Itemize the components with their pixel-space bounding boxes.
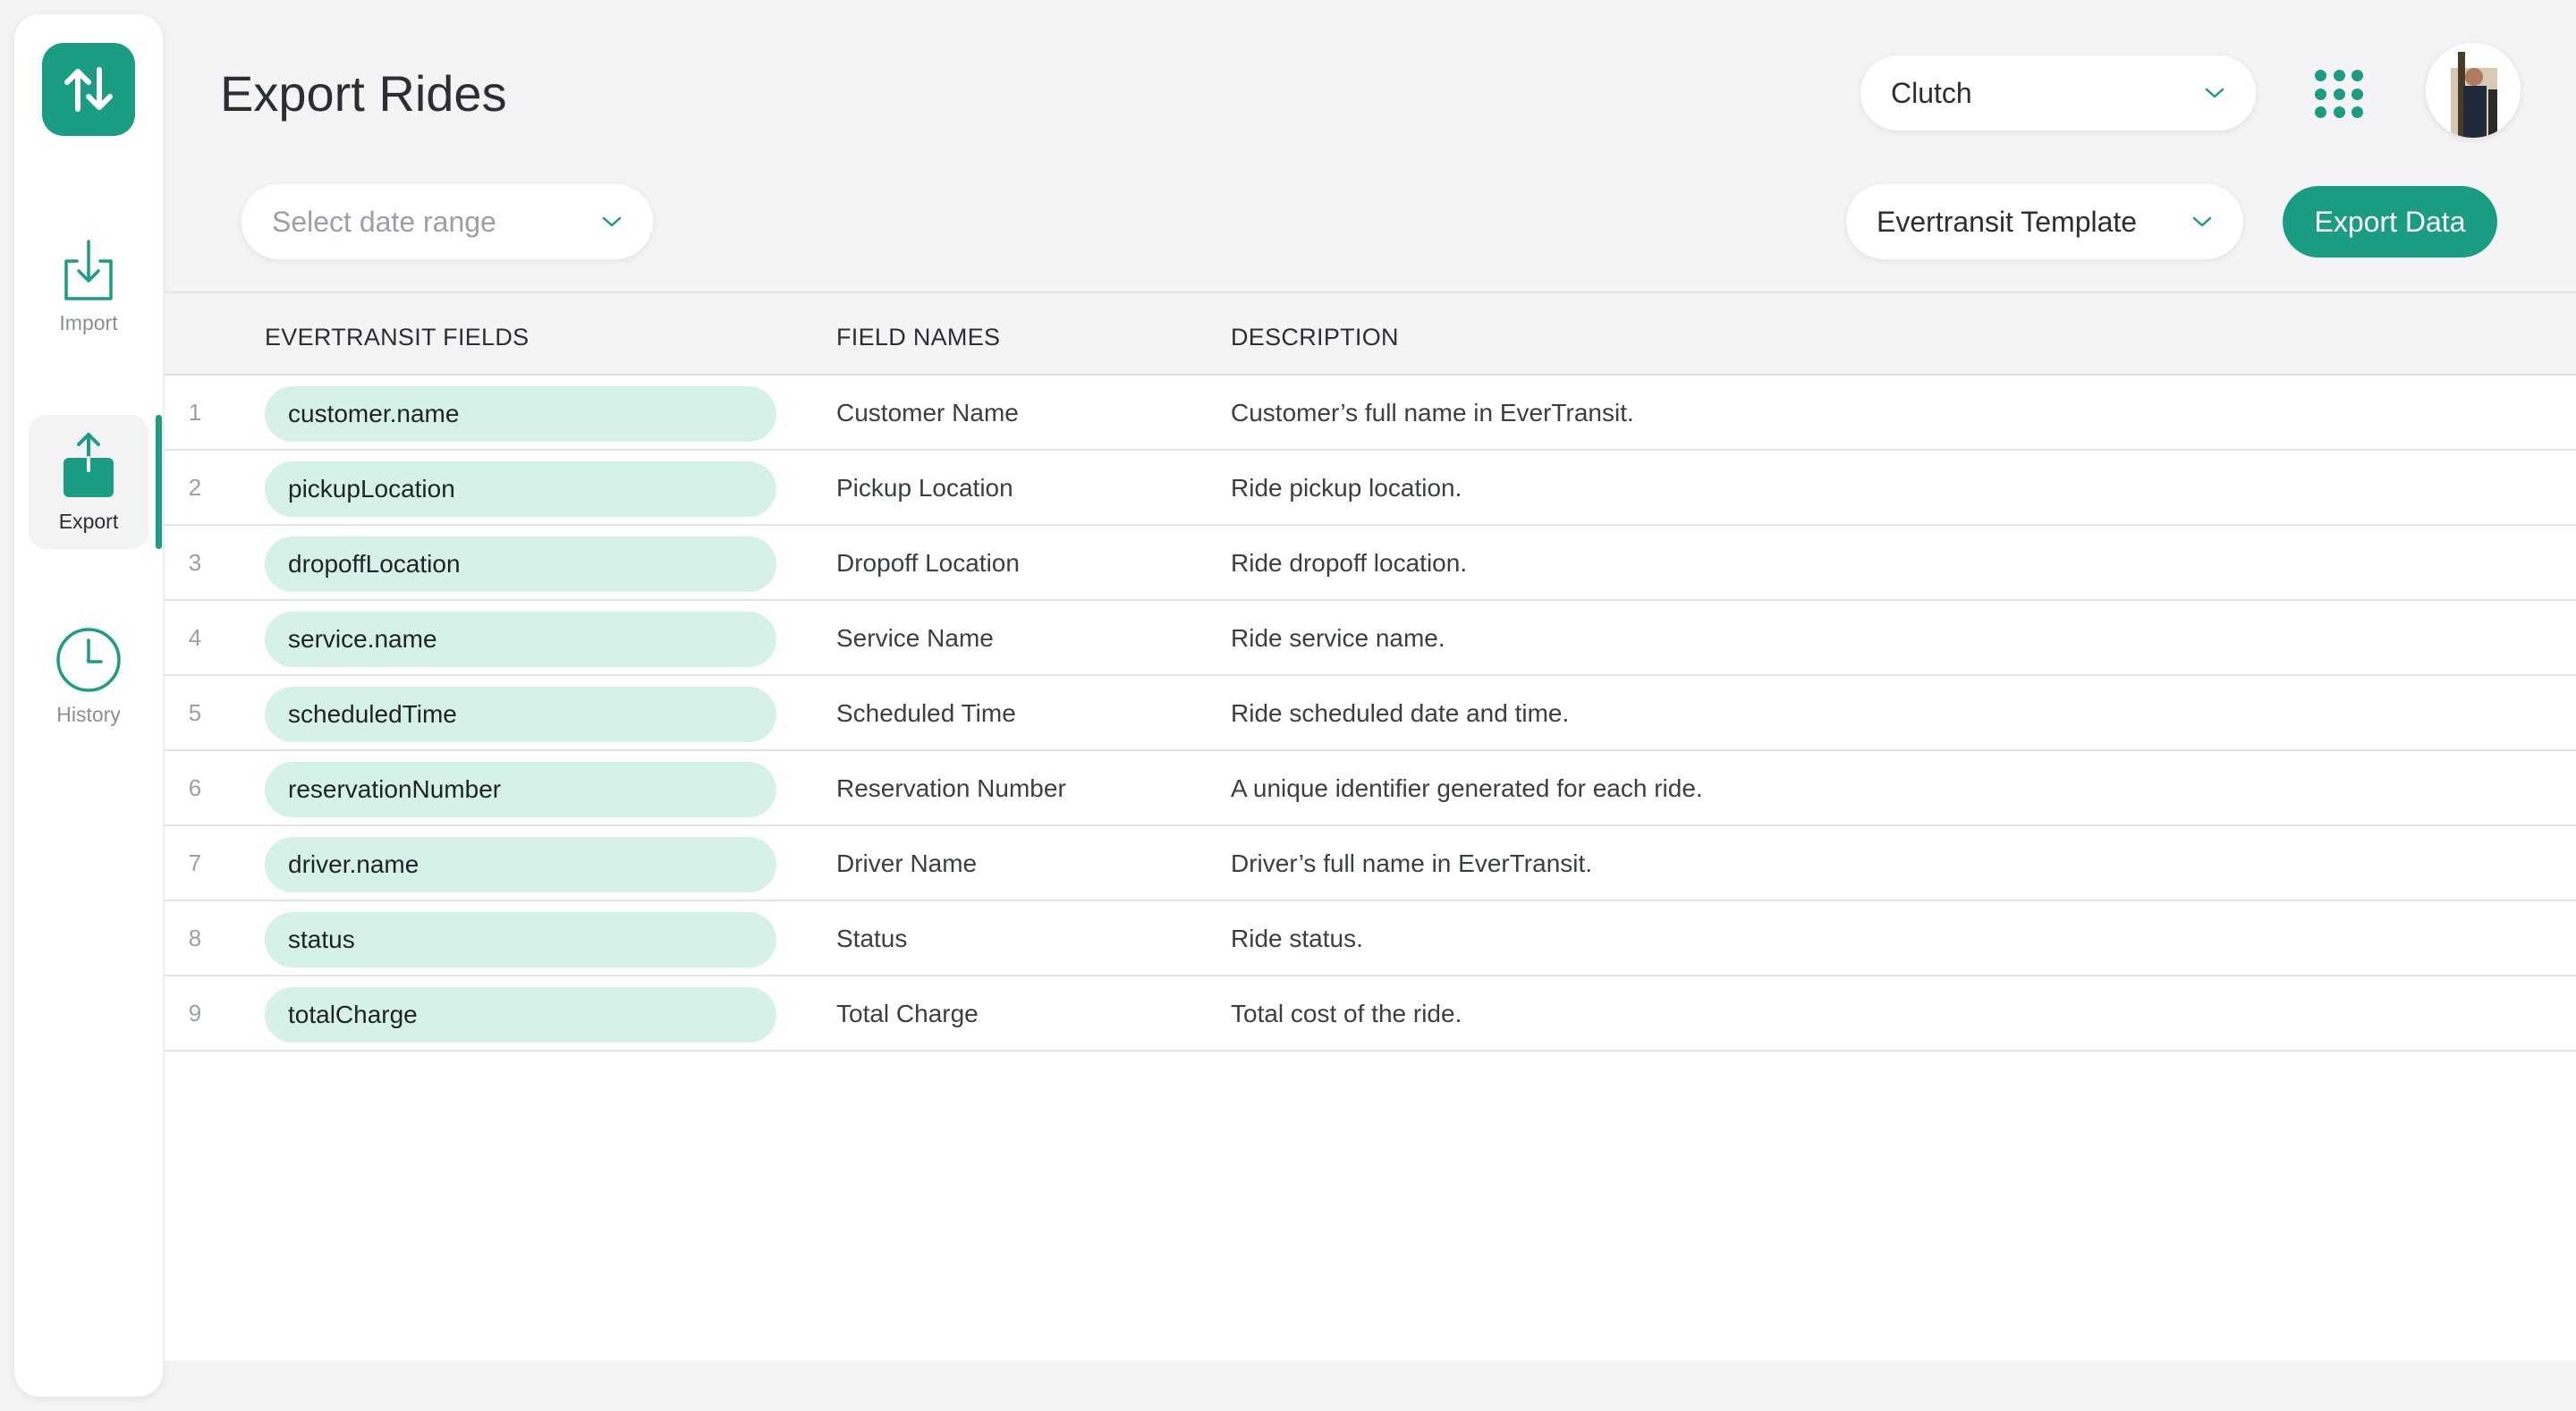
- field-name: Scheduled Time: [836, 699, 1016, 727]
- column-header-evertransit-fields: EVERTRANSIT FIELDS: [265, 324, 530, 351]
- page-title: Export Rides: [220, 65, 507, 122]
- field-chip[interactable]: reservationNumber: [265, 762, 776, 817]
- row-number: 4: [188, 624, 202, 651]
- organization-select[interactable]: Clutch: [1860, 55, 2256, 131]
- column-header-description: DESCRIPTION: [1231, 324, 1399, 351]
- field-description: Ride dropoff location.: [1231, 549, 1468, 577]
- field-name: Service Name: [836, 624, 994, 652]
- table-row: 8 status Status Ride status.: [165, 901, 2576, 976]
- table-row: 4 service.name Service Name Ride service…: [165, 601, 2576, 676]
- field-description: Ride service name.: [1231, 624, 1445, 652]
- field-name: Total Charge: [836, 1000, 979, 1027]
- field-chip[interactable]: status: [265, 912, 776, 967]
- chevron-down-icon: [2192, 216, 2212, 227]
- sidebar-item-label: History: [56, 703, 121, 726]
- field-name: Driver Name: [836, 849, 978, 877]
- date-range-select[interactable]: Select date range: [242, 184, 653, 259]
- apps-grid-icon[interactable]: [2315, 70, 2365, 120]
- sidebar: Import Export History: [14, 14, 163, 1397]
- table-row: 9 totalCharge Total Charge Total cost of…: [165, 976, 2576, 1052]
- table-row: 7 driver.name Driver Name Driver’s full …: [165, 826, 2576, 901]
- organization-select-value: Clutch: [1891, 76, 1972, 109]
- sidebar-item-export[interactable]: Export: [29, 415, 148, 549]
- avatar[interactable]: [2426, 43, 2521, 138]
- template-select-value: Evertransit Template: [1877, 205, 2138, 238]
- field-description: A unique identifier generated for each r…: [1231, 774, 1703, 802]
- user-photo: [2426, 43, 2521, 138]
- date-range-placeholder: Select date range: [272, 205, 496, 238]
- field-description: Ride pickup location.: [1231, 474, 1462, 502]
- export-icon: [64, 432, 114, 497]
- sidebar-item-label: Export: [58, 509, 119, 533]
- fields-table: EVERTRANSIT FIELDS FIELD NAMES DESCRIPTI…: [165, 291, 2576, 1361]
- row-number: 9: [188, 1000, 202, 1027]
- row-number: 2: [188, 474, 202, 501]
- row-number: 1: [188, 399, 202, 426]
- app-logo[interactable]: [42, 43, 135, 136]
- row-number: 3: [188, 549, 202, 576]
- field-chip[interactable]: dropoffLocation: [265, 537, 776, 592]
- row-number: 5: [188, 699, 202, 726]
- field-description: Ride scheduled date and time.: [1231, 699, 1570, 727]
- field-chip[interactable]: scheduledTime: [265, 687, 776, 742]
- field-name: Dropoff Location: [836, 549, 1020, 577]
- row-number: 6: [188, 774, 202, 801]
- field-chip[interactable]: service.name: [265, 612, 776, 667]
- active-nav-indicator: [156, 415, 162, 549]
- sidebar-item-history[interactable]: History: [29, 626, 148, 742]
- field-chip[interactable]: pickupLocation: [265, 461, 776, 517]
- table-row: 1 customer.name Customer Name Customer’s…: [165, 376, 2576, 451]
- row-number: 7: [188, 849, 202, 876]
- table-row: 2 pickupLocation Pickup Location Ride pi…: [165, 451, 2576, 526]
- sidebar-item-import[interactable]: Import: [29, 238, 148, 354]
- field-name: Status: [836, 925, 908, 952]
- field-name: Pickup Location: [836, 474, 1013, 502]
- field-description: Total cost of the ride.: [1231, 1000, 1462, 1027]
- field-name: Reservation Number: [836, 774, 1066, 802]
- row-number: 8: [188, 925, 202, 951]
- field-description: Ride status.: [1231, 925, 1363, 952]
- table-row: 5 scheduledTime Scheduled Time Ride sche…: [165, 676, 2576, 751]
- field-chip[interactable]: driver.name: [265, 837, 776, 892]
- template-select[interactable]: Evertransit Template: [1846, 184, 2243, 259]
- up-down-arrows-icon: [64, 67, 113, 112]
- sidebar-item-label: Import: [59, 311, 118, 334]
- chevron-down-icon: [2205, 88, 2224, 98]
- field-description: Customer’s full name in EverTransit.: [1231, 399, 1634, 427]
- clock-icon: [56, 628, 121, 692]
- table-header: EVERTRANSIT FIELDS FIELD NAMES DESCRIPTI…: [165, 291, 2576, 376]
- column-header-field-names: FIELD NAMES: [836, 324, 1001, 351]
- field-description: Driver’s full name in EverTransit.: [1231, 849, 1593, 877]
- field-chip[interactable]: customer.name: [265, 386, 776, 442]
- export-data-button[interactable]: Export Data: [2283, 186, 2497, 258]
- table-row: 6 reservationNumber Reservation Number A…: [165, 751, 2576, 826]
- table-row: 3 dropoffLocation Dropoff Location Ride …: [165, 526, 2576, 601]
- import-icon: [64, 240, 113, 300]
- field-name: Customer Name: [836, 399, 1019, 427]
- field-chip[interactable]: totalCharge: [265, 987, 776, 1043]
- chevron-down-icon: [602, 216, 622, 227]
